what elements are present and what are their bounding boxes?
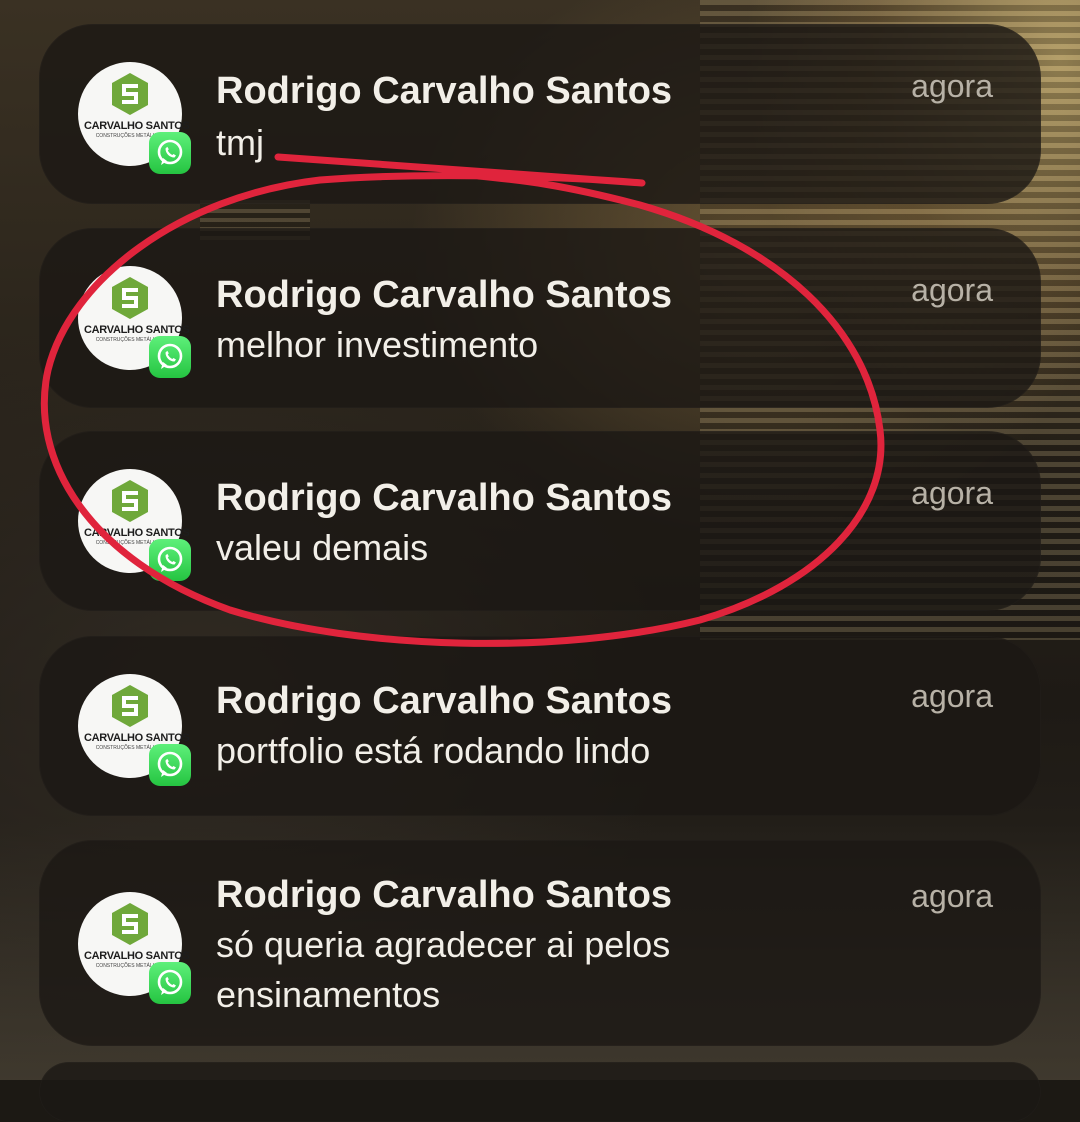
notification-time: agora	[911, 68, 993, 104]
notification-message-line2: ensinamentos	[216, 974, 441, 1015]
brand-logo-icon	[112, 277, 148, 319]
notification-message: portfolio está rodando lindo	[216, 730, 651, 771]
brand-logo-icon	[112, 903, 148, 945]
brand-name: CARVALHO SANTOS	[84, 732, 190, 744]
notification-time: agora	[911, 878, 993, 914]
notification-card-partial[interactable]	[39, 1062, 1041, 1122]
notification-message: valeu demais	[216, 527, 429, 568]
notification-time: agora	[911, 475, 993, 511]
notification-card[interactable]: CARVALHO SANTOS CONSTRUÇÕES METÁLICAS Ro…	[39, 431, 1041, 611]
notification-message: melhor investimento	[216, 324, 539, 365]
brand-name: CARVALHO SANTOS	[84, 324, 190, 336]
notification-time: agora	[911, 678, 993, 714]
notification-message: tmj	[216, 122, 264, 163]
brand-logo-icon	[112, 73, 148, 115]
notification-sender: Rodrigo Carvalho Santos	[216, 874, 673, 916]
notification-sender: Rodrigo Carvalho Santos	[216, 70, 673, 112]
notification-time: agora	[911, 272, 993, 308]
notification-sender: Rodrigo Carvalho Santos	[216, 680, 673, 722]
notification-card[interactable]: CARVALHO SANTOS CONSTRUÇÕES METÁLICAS Ro…	[39, 228, 1041, 408]
brand-logo-icon	[112, 480, 148, 522]
brand-name: CARVALHO SANTOS	[84, 527, 190, 539]
whatsapp-icon	[149, 744, 191, 786]
notification-message: só queria agradecer ai pelos	[216, 924, 671, 965]
notification-card[interactable]: CARVALHO SANTOS CONSTRUÇÕES METÁLICAS Ro…	[39, 636, 1041, 816]
whatsapp-icon	[149, 539, 191, 581]
notification-sender: Rodrigo Carvalho Santos	[216, 477, 673, 519]
whatsapp-icon	[149, 132, 191, 174]
notification-sender: Rodrigo Carvalho Santos	[216, 274, 673, 316]
whatsapp-icon	[149, 962, 191, 1004]
whatsapp-icon	[149, 336, 191, 378]
brand-logo-icon	[112, 685, 148, 727]
brand-name: CARVALHO SANTOS	[84, 950, 190, 962]
brand-name: CARVALHO SANTOS	[84, 120, 190, 132]
notification-card[interactable]: CARVALHO SANTOS CONSTRUÇÕES METÁLICAS Ro…	[39, 24, 1041, 204]
notification-card[interactable]: CARVALHO SANTOS CONSTRUÇÕES METÁLICAS Ro…	[39, 840, 1041, 1046]
